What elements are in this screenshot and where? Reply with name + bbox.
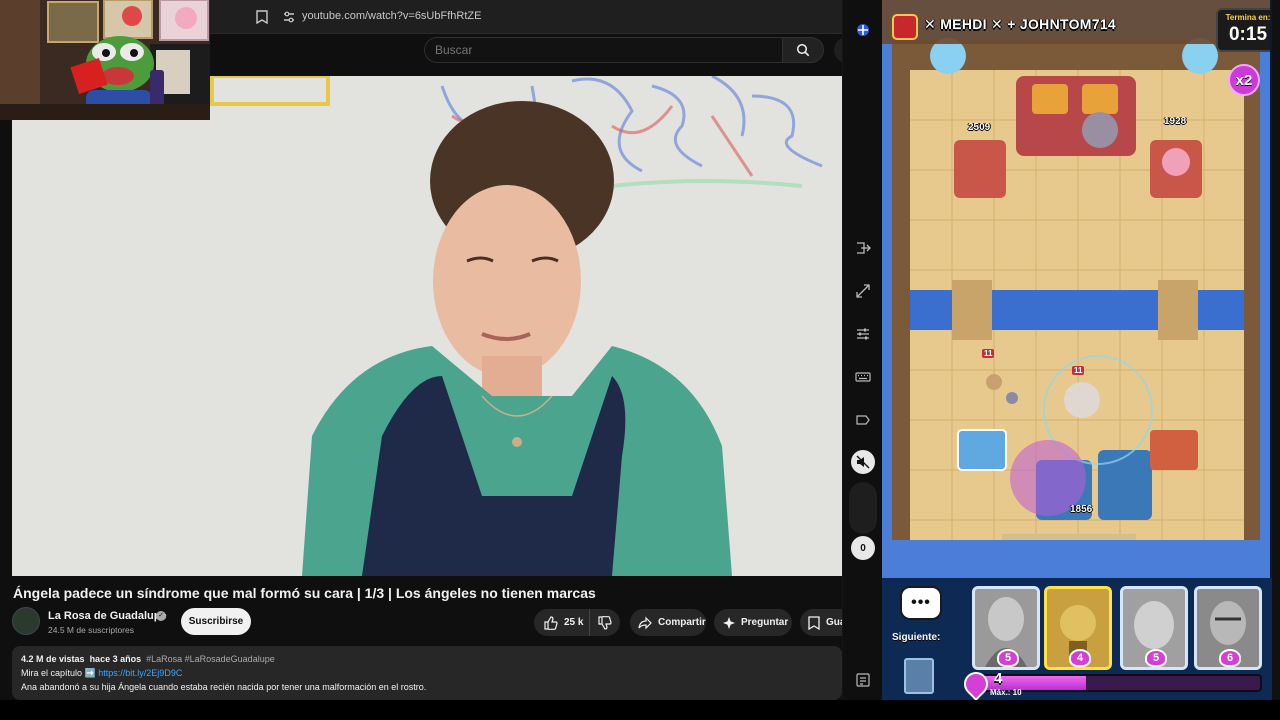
ask-button[interactable]: Preguntar — [714, 609, 792, 636]
notes-icon[interactable] — [855, 672, 871, 688]
elixir-multiplier-badge: x2 — [1228, 64, 1260, 96]
video-player[interactable] — [12, 76, 842, 576]
card-cost: 4 — [1069, 649, 1091, 667]
dislike-button[interactable] — [590, 609, 620, 636]
crown-icon — [892, 14, 918, 40]
channel-avatar[interactable] — [12, 607, 40, 635]
timer-label: Termina en: — [1225, 13, 1270, 22]
streamer-webcam — [0, 0, 210, 120]
next-card — [904, 658, 934, 694]
extension-icon[interactable] — [855, 22, 871, 38]
exit-icon[interactable] — [855, 240, 871, 256]
enemy-left-tower-hp: 2509 — [968, 122, 991, 133]
elixir-max: Máx.: 10 — [990, 688, 1022, 697]
share-button[interactable]: Compartir — [630, 609, 706, 636]
upload-age: hace 3 años — [89, 654, 142, 664]
card-cost: 5 — [1145, 649, 1167, 667]
subscribe-button[interactable]: Suscribirse — [181, 608, 251, 635]
volume-muted-icon — [856, 455, 870, 469]
voice-search-button[interactable] — [834, 37, 842, 63]
archer-queen-card[interactable]: 5 — [972, 586, 1040, 670]
side-toolbar: 0 — [842, 0, 882, 700]
enemy-right-tower-hp: 1928 — [1164, 116, 1187, 127]
page-scrollbar[interactable] — [1272, 0, 1280, 700]
expand-icon[interactable] — [855, 283, 871, 299]
ask-label: Preguntar — [741, 617, 789, 628]
browser-window: youtube.com/watch?v=6sUbFfhRtZE Buscar Á… — [0, 0, 842, 700]
bookmark-icon[interactable] — [256, 10, 268, 24]
thumbs-up-icon — [544, 615, 558, 630]
chapter-line: Mira el capítulo ➡️ https://bit.ly/2Ej9D… — [21, 666, 833, 680]
search-box[interactable] — [424, 37, 782, 63]
next-card-label: Siguiente: — [892, 632, 941, 643]
keyboard-icon[interactable] — [855, 369, 871, 385]
save-icon — [808, 615, 820, 630]
game-view[interactable]: ✕ MEHDI ✕ + JOHNTOM714 Termina en: 0:15 … — [882, 0, 1280, 700]
game-topbar: ✕ MEHDI ✕ + JOHNTOM714 Termina en: 0:15 — [886, 6, 1270, 52]
hashtags[interactable]: #LaRosa #LaRosadeGuadalupe — [146, 654, 275, 664]
verified-icon: ✓ — [156, 611, 166, 621]
chapter-link[interactable]: https://bit.ly/2Ej9D9C — [98, 668, 182, 678]
view-count: 4.2 M de vistas — [21, 654, 85, 664]
battle-arena[interactable]: ✕ MEHDI ✕ + JOHNTOM714 Termina en: 0:15 … — [882, 0, 1270, 578]
channel-name[interactable]: La Rosa de Guadalupe — [48, 610, 167, 622]
elixir-count: 4 — [994, 670, 1003, 687]
battle-timer: Termina en: 0:15 — [1216, 8, 1270, 52]
thumbs-down-icon — [598, 615, 612, 630]
emote-button[interactable]: ••• — [900, 586, 942, 620]
troop-level-tag: 11 — [982, 349, 995, 358]
mute-button[interactable] — [851, 450, 875, 474]
description-meta: 4.2 M de vistas hace 3 años #LaRosa #LaR… — [21, 652, 833, 666]
url-text[interactable]: youtube.com/watch?v=6sUbFfhRtZE — [302, 10, 481, 22]
pekka-card[interactable]: 6 — [1194, 586, 1262, 670]
giant-card[interactable]: 5 — [1120, 586, 1188, 670]
friendly-tower-hp: 1856 — [1070, 504, 1093, 515]
search-button[interactable] — [782, 37, 824, 63]
search-icon — [796, 43, 810, 57]
share-label: Compartir — [658, 617, 706, 628]
card-hand: ••• Siguiente: 5 4 5 6 4 Máx.: 10 — [882, 578, 1280, 700]
search-input[interactable] — [425, 38, 782, 62]
taskbar-strip — [0, 700, 1280, 720]
description-box[interactable]: 4.2 M de vistas hace 3 años #LaRosa #LaR… — [12, 646, 842, 700]
chapter-text: Mira el capítulo — [21, 668, 83, 678]
label-icon[interactable] — [855, 412, 871, 428]
webcam-scene — [0, 0, 210, 120]
screen: youtube.com/watch?v=6sUbFfhRtZE Buscar Á… — [0, 0, 1280, 720]
troop-level-tag: 11 — [1072, 366, 1085, 375]
card-cost: 6 — [1219, 649, 1241, 667]
address-bar[interactable]: youtube.com/watch?v=6sUbFfhRtZE — [210, 0, 842, 34]
elixir-drop-icon — [959, 667, 993, 700]
arena-map — [882, 0, 1270, 578]
save-button[interactable]: Gua — [800, 609, 842, 636]
youtube-header — [210, 34, 842, 76]
like-button[interactable]: 25 k — [534, 609, 590, 636]
timer-value: 0:15 — [1228, 24, 1268, 45]
like-dislike-group: 25 k — [534, 609, 620, 636]
description-text: Ana abandonó a su hija Ángela cuando est… — [21, 682, 427, 692]
player-names: ✕ MEHDI ✕ + JOHNTOM714 — [924, 16, 1117, 32]
volume-value: 0 — [851, 536, 875, 560]
like-count: 25 k — [564, 617, 584, 628]
card-cost: 5 — [997, 649, 1019, 667]
video-frame — [12, 76, 842, 576]
video-title: Ángela padece un síndrome que mal formó … — [13, 585, 596, 601]
sparkle-icon — [723, 616, 735, 629]
share-icon — [638, 616, 652, 629]
arrow-icon: ➡️ — [84, 668, 96, 678]
volume-slider[interactable] — [849, 482, 877, 534]
channel-row: La Rosa de Guadalupe ✓ 24.5 M de suscrip… — [12, 607, 842, 637]
site-info-icon[interactable] — [282, 10, 296, 24]
save-label: Gua — [826, 617, 842, 628]
sliders-icon[interactable] — [855, 326, 871, 342]
goblin-machine-card[interactable]: 4 — [1044, 586, 1112, 670]
subscriber-count: 24.5 M de suscriptores — [48, 625, 134, 635]
